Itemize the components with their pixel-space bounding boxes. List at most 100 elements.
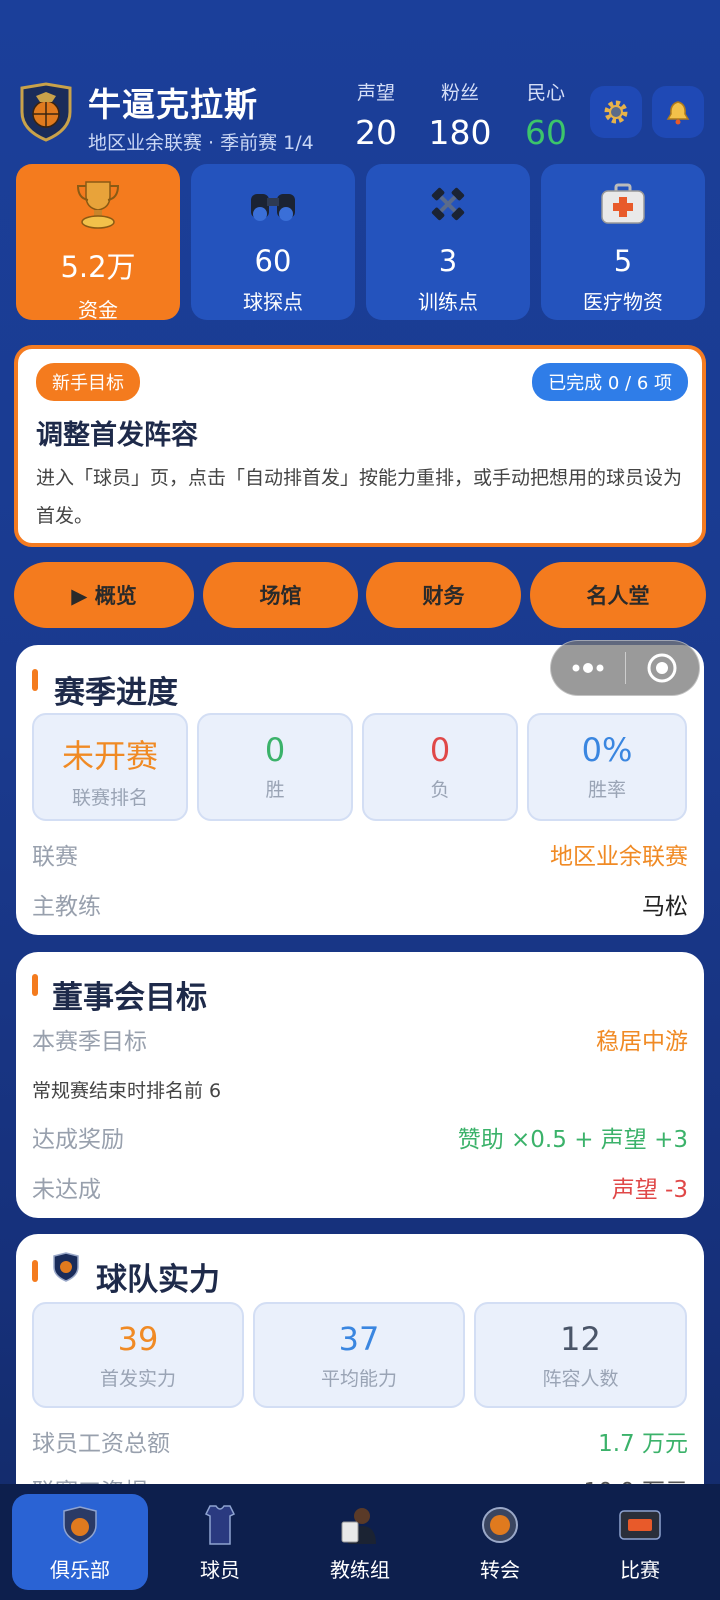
- stat-value: 未开赛: [61, 737, 158, 775]
- resource-label: 训练点: [418, 290, 478, 314]
- stat-value: 12: [560, 1320, 601, 1358]
- transfer-icon: [482, 1507, 518, 1543]
- board-goals-title: 董事会目标: [52, 980, 207, 1016]
- coach-icon: [341, 1508, 376, 1544]
- tab-club[interactable]: 俱乐部: [12, 1494, 148, 1590]
- nav-overview-button[interactable]: ▶ 概览: [14, 562, 194, 628]
- binoculars-icon: [251, 194, 295, 221]
- reward-value: 赞助 ×0.5 + 声望 +3: [457, 1127, 688, 1153]
- tab-transfer[interactable]: 转会: [432, 1494, 568, 1590]
- tab-label: 教练组: [330, 1558, 390, 1582]
- goal-progress-badge: 已完成 0 / 6 项: [532, 363, 688, 401]
- stat-label: 声望: [356, 82, 395, 104]
- goal-description: 进入「球员」页，点击「自动排首发」按能力重排，或手动把想用的球员设为首发。: [36, 467, 683, 527]
- settings-gear-icon: [604, 100, 628, 124]
- salary-total-value: 1.7 万元: [598, 1431, 688, 1457]
- season-target-description: 常规赛结束时排名前 6: [32, 1080, 222, 1102]
- stat-value: 60: [525, 113, 567, 152]
- team-shield-icon: [52, 1252, 80, 1286]
- tab-coaching-staff[interactable]: 教练组: [292, 1494, 428, 1590]
- season-stat-rank: 未开赛 联赛排名: [32, 713, 188, 821]
- head-coach-value: 马松: [642, 894, 688, 920]
- medkit-icon: [601, 183, 645, 224]
- settings-button[interactable]: [590, 86, 642, 138]
- jersey-icon: [204, 1505, 236, 1545]
- tab-players[interactable]: 球员: [152, 1494, 288, 1590]
- notifications-button[interactable]: [652, 86, 704, 138]
- section-accent-bar: [32, 1260, 38, 1282]
- stat-prestige: 声望 20: [336, 78, 416, 152]
- strength-stat-roster-size: 12 阵容人数: [474, 1302, 687, 1408]
- close-mini-program-button[interactable]: [626, 652, 700, 684]
- stat-value: 37: [338, 1320, 380, 1358]
- stat-label: 首发实力: [99, 1368, 176, 1390]
- mini-program-capsule: [550, 640, 700, 696]
- tab-label: 转会: [480, 1558, 520, 1582]
- resource-value: 5.2万: [60, 250, 136, 284]
- stat-fans: 粉丝 180: [420, 78, 500, 152]
- resource-label: 医疗物资: [583, 290, 663, 314]
- nav-arena-button[interactable]: 场馆: [203, 562, 358, 628]
- stat-value: 0: [264, 731, 286, 769]
- resource-training-points[interactable]: 3 训练点: [366, 164, 530, 320]
- section-accent-bar: [32, 974, 38, 996]
- dumbbell-icon: [431, 187, 465, 221]
- stat-label: 平均能力: [320, 1368, 397, 1390]
- stat-value: 180: [428, 113, 492, 152]
- strength-stat-average: 37 平均能力: [253, 1302, 465, 1408]
- stat-label: 粉丝: [440, 82, 479, 104]
- stat-label: 负: [430, 779, 450, 801]
- trophy-icon: [76, 181, 120, 229]
- season-stat-win-rate: 0% 胜率: [527, 713, 687, 821]
- season-target-label: 本赛季目标: [32, 1029, 147, 1055]
- bell-icon: [666, 101, 690, 125]
- league-label: 联赛: [32, 844, 78, 870]
- nav-hall-of-fame-button[interactable]: 名人堂: [530, 562, 706, 628]
- penalty-value: 声望 -3: [611, 1177, 688, 1203]
- more-options-button[interactable]: [551, 662, 625, 674]
- stat-value: 20: [355, 113, 397, 152]
- stat-label: 联赛排名: [71, 787, 148, 809]
- nav-finance-button[interactable]: 财务: [366, 562, 521, 628]
- season-stat-losses: 0 负: [362, 713, 518, 821]
- resource-label: 资金: [78, 298, 118, 322]
- stat-label: 胜: [265, 779, 285, 801]
- tab-label: 比赛: [620, 1558, 660, 1582]
- season-target-value: 稳居中游: [596, 1029, 688, 1055]
- penalty-label: 未达成: [32, 1177, 101, 1203]
- resource-value: 60: [254, 244, 292, 278]
- tab-matches[interactable]: 比赛: [572, 1494, 708, 1590]
- tab-label: 球员: [200, 1558, 240, 1582]
- stat-value: 0: [429, 731, 451, 769]
- team-strength-title: 球队实力: [96, 1262, 220, 1298]
- resource-value: 3: [438, 244, 458, 278]
- team-name: 牛逼克拉斯: [88, 85, 258, 124]
- more-dots-icon: [572, 663, 604, 673]
- resource-funds[interactable]: 5.2万 资金: [16, 164, 180, 322]
- league-value: 地区业余联赛: [550, 844, 688, 870]
- goal-tag: 新手目标: [36, 363, 140, 401]
- tab-label: 俱乐部: [50, 1558, 110, 1582]
- section-accent-bar: [32, 669, 38, 691]
- resource-label: 球探点: [243, 290, 303, 314]
- stat-value: 0%: [581, 731, 633, 769]
- target-circle-icon: [647, 653, 677, 683]
- stat-label: 民心: [526, 82, 565, 104]
- strength-stat-starters: 39 首发实力: [32, 1302, 244, 1408]
- stat-label: 阵容人数: [542, 1368, 619, 1390]
- season-progress-title: 赛季进度: [54, 675, 178, 711]
- resource-scout-points[interactable]: 60 球探点: [191, 164, 355, 320]
- team-crest-icon[interactable]: [18, 82, 74, 142]
- season-stat-wins: 0 胜: [197, 713, 353, 821]
- scoreboard-icon: [619, 1510, 661, 1540]
- resource-medical-supplies[interactable]: 5 医疗物资: [541, 164, 705, 320]
- stat-label: 胜率: [587, 779, 626, 801]
- club-icon: [63, 1506, 97, 1544]
- reward-label: 达成奖励: [32, 1127, 124, 1153]
- resource-value: 5: [613, 244, 633, 278]
- stat-value: 39: [117, 1320, 159, 1358]
- team-league-stage: 地区业余联赛 · 季前赛 1/4: [88, 132, 314, 154]
- newbie-goal-card[interactable]: 新手目标 已完成 0 / 6 项 调整首发阵容 进入「球员」页，点击「自动排首发…: [14, 345, 706, 547]
- goal-title: 调整首发阵容: [36, 420, 198, 451]
- salary-total-label: 球员工资总额: [32, 1431, 170, 1457]
